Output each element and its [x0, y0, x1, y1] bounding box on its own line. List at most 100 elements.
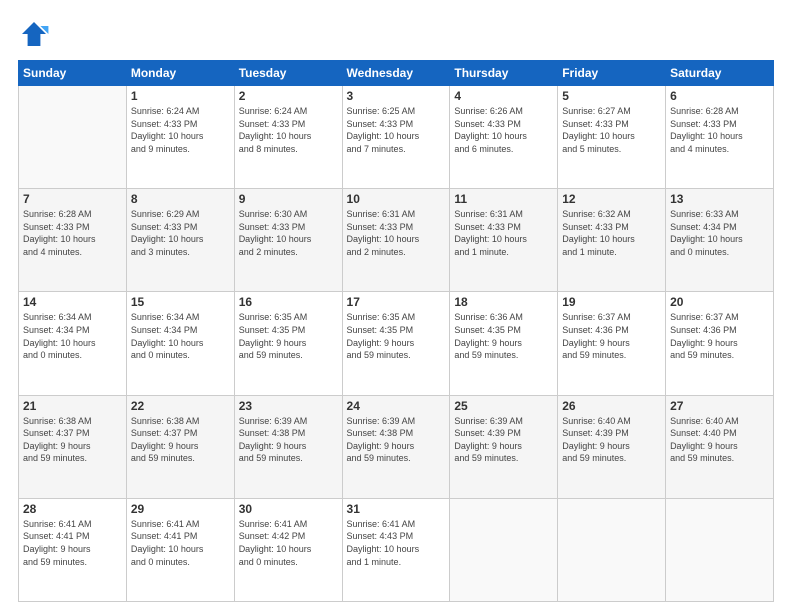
calendar-cell: [450, 498, 558, 601]
day-info: Sunrise: 6:37 AM Sunset: 4:36 PM Dayligh…: [562, 311, 661, 361]
calendar-cell: 1 Sunrise: 6:24 AM Sunset: 4:33 PM Daylig…: [126, 86, 234, 189]
calendar-cell: 30 Sunrise: 6:41 AM Sunset: 4:42 PM Dayli…: [234, 498, 342, 601]
header: [18, 18, 774, 50]
calendar-cell: 14 Sunrise: 6:34 AM Sunset: 4:34 PM Dayli…: [19, 292, 127, 395]
calendar-cell: 7 Sunrise: 6:28 AM Sunset: 4:33 PM Daylig…: [19, 189, 127, 292]
day-info: Sunrise: 6:39 AM Sunset: 4:39 PM Dayligh…: [454, 415, 553, 465]
calendar-cell: 2Sunrise: 6:24 AM Sunset: 4:33 PM Daylig…: [234, 86, 342, 189]
day-number: 22: [131, 399, 230, 413]
day-number: 21: [23, 399, 122, 413]
weekday-header-saturday: Saturday: [666, 61, 774, 86]
day-info: Sunrise: 6:32 AM Sunset: 4:33 PM Dayligh…: [562, 208, 661, 258]
weekday-header-tuesday: Tuesday: [234, 61, 342, 86]
day-number: 5: [562, 89, 661, 103]
day-info: Sunrise: 6:31 AM Sunset: 4:33 PM Dayligh…: [454, 208, 553, 258]
day-number: 28: [23, 502, 122, 516]
day-number: 23: [239, 399, 338, 413]
day-number: 19: [562, 295, 661, 309]
calendar-cell: 3Sunrise: 6:25 AM Sunset: 4:33 PM Daylig…: [342, 86, 450, 189]
day-info: Sunrise: 6:40 AM Sunset: 4:40 PM Dayligh…: [670, 415, 769, 465]
calendar-cell: 9 Sunrise: 6:30 AM Sunset: 4:33 PM Daylig…: [234, 189, 342, 292]
calendar-cell: 15 Sunrise: 6:34 AM Sunset: 4:34 PM Dayli…: [126, 292, 234, 395]
calendar-cell: 8 Sunrise: 6:29 AM Sunset: 4:33 PM Daylig…: [126, 189, 234, 292]
calendar-week-1: 1 Sunrise: 6:24 AM Sunset: 4:33 PM Daylig…: [19, 86, 774, 189]
weekday-header-thursday: Thursday: [450, 61, 558, 86]
day-info: Sunrise: 6:27 AM Sunset: 4:33 PM Dayligh…: [562, 105, 661, 155]
day-info: Sunrise: 6:41 AM Sunset: 4:41 PM Dayligh…: [23, 518, 122, 568]
calendar-cell: 16Sunrise: 6:35 AM Sunset: 4:35 PM Dayli…: [234, 292, 342, 395]
page: SundayMondayTuesdayWednesdayThursdayFrid…: [0, 0, 792, 612]
day-number: 10: [347, 192, 446, 206]
calendar-cell: 4 Sunrise: 6:26 AM Sunset: 4:33 PM Daylig…: [450, 86, 558, 189]
calendar-cell: 26Sunrise: 6:40 AM Sunset: 4:39 PM Dayli…: [558, 395, 666, 498]
day-info: Sunrise: 6:35 AM Sunset: 4:35 PM Dayligh…: [347, 311, 446, 361]
day-info: Sunrise: 6:34 AM Sunset: 4:34 PM Dayligh…: [131, 311, 230, 361]
day-number: 4: [454, 89, 553, 103]
day-info: Sunrise: 6:41 AM Sunset: 4:42 PM Dayligh…: [239, 518, 338, 568]
day-info: Sunrise: 6:34 AM Sunset: 4:34 PM Dayligh…: [23, 311, 122, 361]
calendar-cell: 17 Sunrise: 6:35 AM Sunset: 4:35 PM Dayli…: [342, 292, 450, 395]
calendar-week-2: 7 Sunrise: 6:28 AM Sunset: 4:33 PM Daylig…: [19, 189, 774, 292]
calendar-header: SundayMondayTuesdayWednesdayThursdayFrid…: [19, 61, 774, 86]
day-number: 27: [670, 399, 769, 413]
logo-icon: [18, 18, 50, 50]
calendar-cell: [558, 498, 666, 601]
calendar-week-5: 28 Sunrise: 6:41 AM Sunset: 4:41 PM Dayli…: [19, 498, 774, 601]
day-info: Sunrise: 6:28 AM Sunset: 4:33 PM Dayligh…: [670, 105, 769, 155]
day-number: 14: [23, 295, 122, 309]
calendar-cell: 5 Sunrise: 6:27 AM Sunset: 4:33 PM Daylig…: [558, 86, 666, 189]
day-number: 7: [23, 192, 122, 206]
day-number: 26: [562, 399, 661, 413]
weekday-header-sunday: Sunday: [19, 61, 127, 86]
day-number: 15: [131, 295, 230, 309]
calendar-cell: 20Sunrise: 6:37 AM Sunset: 4:36 PM Dayli…: [666, 292, 774, 395]
day-number: 1: [131, 89, 230, 103]
day-info: Sunrise: 6:24 AM Sunset: 4:33 PM Dayligh…: [131, 105, 230, 155]
calendar-cell: [666, 498, 774, 601]
day-number: 24: [347, 399, 446, 413]
calendar-cell: 31 Sunrise: 6:41 AM Sunset: 4:43 PM Dayli…: [342, 498, 450, 601]
day-info: Sunrise: 6:41 AM Sunset: 4:41 PM Dayligh…: [131, 518, 230, 568]
day-info: Sunrise: 6:36 AM Sunset: 4:35 PM Dayligh…: [454, 311, 553, 361]
day-info: Sunrise: 6:38 AM Sunset: 4:37 PM Dayligh…: [131, 415, 230, 465]
day-info: Sunrise: 6:29 AM Sunset: 4:33 PM Dayligh…: [131, 208, 230, 258]
day-info: Sunrise: 6:33 AM Sunset: 4:34 PM Dayligh…: [670, 208, 769, 258]
calendar-cell: 13 Sunrise: 6:33 AM Sunset: 4:34 PM Dayli…: [666, 189, 774, 292]
day-info: Sunrise: 6:39 AM Sunset: 4:38 PM Dayligh…: [239, 415, 338, 465]
day-number: 6: [670, 89, 769, 103]
day-number: 8: [131, 192, 230, 206]
calendar-cell: 29 Sunrise: 6:41 AM Sunset: 4:41 PM Dayli…: [126, 498, 234, 601]
day-info: Sunrise: 6:26 AM Sunset: 4:33 PM Dayligh…: [454, 105, 553, 155]
logo: [18, 18, 54, 50]
weekday-row: SundayMondayTuesdayWednesdayThursdayFrid…: [19, 61, 774, 86]
calendar-body: 1 Sunrise: 6:24 AM Sunset: 4:33 PM Daylig…: [19, 86, 774, 602]
calendar-cell: 27 Sunrise: 6:40 AM Sunset: 4:40 PM Dayli…: [666, 395, 774, 498]
day-number: 25: [454, 399, 553, 413]
day-number: 13: [670, 192, 769, 206]
calendar-cell: [19, 86, 127, 189]
calendar-table: SundayMondayTuesdayWednesdayThursdayFrid…: [18, 60, 774, 602]
calendar-cell: 23 Sunrise: 6:39 AM Sunset: 4:38 PM Dayli…: [234, 395, 342, 498]
day-info: Sunrise: 6:30 AM Sunset: 4:33 PM Dayligh…: [239, 208, 338, 258]
calendar-cell: 11 Sunrise: 6:31 AM Sunset: 4:33 PM Dayli…: [450, 189, 558, 292]
day-info: Sunrise: 6:38 AM Sunset: 4:37 PM Dayligh…: [23, 415, 122, 465]
day-number: 17: [347, 295, 446, 309]
day-number: 12: [562, 192, 661, 206]
calendar-cell: 24 Sunrise: 6:39 AM Sunset: 4:38 PM Dayli…: [342, 395, 450, 498]
day-number: 29: [131, 502, 230, 516]
day-number: 30: [239, 502, 338, 516]
calendar-cell: 22 Sunrise: 6:38 AM Sunset: 4:37 PM Dayli…: [126, 395, 234, 498]
day-info: Sunrise: 6:41 AM Sunset: 4:43 PM Dayligh…: [347, 518, 446, 568]
calendar-cell: 10Sunrise: 6:31 AM Sunset: 4:33 PM Dayli…: [342, 189, 450, 292]
day-number: 11: [454, 192, 553, 206]
day-info: Sunrise: 6:39 AM Sunset: 4:38 PM Dayligh…: [347, 415, 446, 465]
calendar-cell: 25 Sunrise: 6:39 AM Sunset: 4:39 PM Dayli…: [450, 395, 558, 498]
day-number: 9: [239, 192, 338, 206]
day-info: Sunrise: 6:24 AM Sunset: 4:33 PM Dayligh…: [239, 105, 338, 155]
calendar-cell: 28 Sunrise: 6:41 AM Sunset: 4:41 PM Dayli…: [19, 498, 127, 601]
calendar-week-4: 21 Sunrise: 6:38 AM Sunset: 4:37 PM Dayli…: [19, 395, 774, 498]
day-info: Sunrise: 6:28 AM Sunset: 4:33 PM Dayligh…: [23, 208, 122, 258]
day-info: Sunrise: 6:37 AM Sunset: 4:36 PM Dayligh…: [670, 311, 769, 361]
weekday-header-friday: Friday: [558, 61, 666, 86]
day-number: 31: [347, 502, 446, 516]
